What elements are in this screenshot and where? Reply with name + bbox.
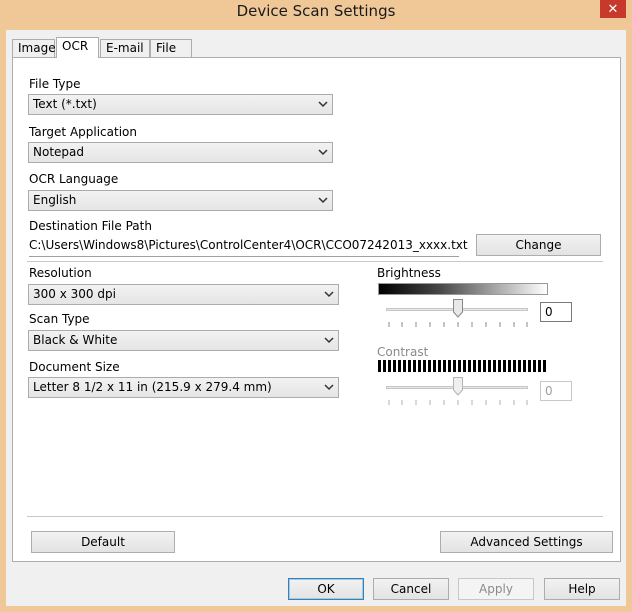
- brightness-ticks: [388, 322, 528, 327]
- chevron-down-icon: [318, 197, 328, 204]
- chevron-down-icon: [324, 291, 334, 298]
- contrast-pattern: [378, 360, 548, 372]
- ocr-tab-panel: File Type Text (*.txt) Target Applicatio…: [12, 57, 621, 562]
- change-button[interactable]: Change: [476, 234, 601, 256]
- contrast-label: Contrast: [377, 345, 429, 359]
- target-application-select[interactable]: Notepad: [28, 142, 333, 163]
- resolution-label: Resolution: [29, 266, 92, 280]
- file-type-select[interactable]: Text (*.txt): [28, 94, 333, 115]
- destination-path-label: Destination File Path: [29, 219, 152, 233]
- contrast-value-field: 0: [540, 381, 572, 401]
- chevron-down-icon: [324, 337, 334, 344]
- document-size-value: Letter 8 1/2 x 11 in (215.9 x 279.4 mm): [33, 380, 272, 394]
- bottom-divider: [27, 516, 603, 517]
- brightness-gradient: [378, 283, 548, 295]
- target-application-label: Target Application: [29, 125, 137, 139]
- file-type-label: File Type: [29, 77, 81, 91]
- destination-path-field[interactable]: C:\Users\Windows8\Pictures\ControlCenter…: [29, 236, 468, 257]
- brightness-label: Brightness: [377, 266, 441, 280]
- scan-type-select[interactable]: Black & White: [28, 330, 339, 351]
- scan-type-value: Black & White: [33, 333, 118, 347]
- cancel-button[interactable]: Cancel: [373, 578, 449, 600]
- target-application-value: Notepad: [33, 145, 84, 159]
- brightness-slider-thumb[interactable]: [453, 299, 463, 318]
- window-title: Device Scan Settings: [236, 2, 396, 20]
- title-bar[interactable]: Device Scan Settings ✕: [0, 0, 632, 24]
- contrast-slider-thumb[interactable]: [453, 377, 463, 396]
- dialog-window: Device Scan Settings ✕ Image OCR E-mail …: [0, 0, 632, 612]
- document-size-label: Document Size: [29, 360, 120, 374]
- ok-button[interactable]: OK: [288, 578, 364, 600]
- ocr-language-value: English: [33, 193, 77, 207]
- advanced-settings-button[interactable]: Advanced Settings: [440, 531, 613, 553]
- tab-ocr[interactable]: OCR: [56, 37, 99, 58]
- close-button[interactable]: ✕: [600, 0, 626, 18]
- section-divider: [27, 261, 603, 262]
- scan-type-label: Scan Type: [29, 312, 90, 326]
- document-size-select[interactable]: Letter 8 1/2 x 11 in (215.9 x 279.4 mm): [28, 377, 339, 398]
- contrast-ticks: [388, 400, 528, 405]
- help-button[interactable]: Help: [544, 578, 620, 600]
- chevron-down-icon: [324, 384, 334, 391]
- tab-email[interactable]: E-mail: [100, 39, 150, 57]
- chevron-down-icon: [318, 149, 328, 156]
- chevron-down-icon: [318, 101, 328, 108]
- brightness-value-field[interactable]: 0: [540, 302, 572, 322]
- ocr-language-label: OCR Language: [29, 172, 119, 186]
- ocr-language-select[interactable]: English: [28, 190, 333, 211]
- tab-file[interactable]: File: [150, 39, 192, 57]
- resolution-value: 300 x 300 dpi: [33, 287, 116, 301]
- default-button[interactable]: Default: [31, 531, 175, 553]
- apply-button: Apply: [458, 578, 534, 600]
- dialog-client-area: Image OCR E-mail File File Type Text (*.…: [6, 30, 626, 606]
- close-icon: ✕: [607, 1, 619, 17]
- file-type-value: Text (*.txt): [33, 97, 97, 111]
- resolution-select[interactable]: 300 x 300 dpi: [28, 284, 339, 305]
- tab-image[interactable]: Image: [12, 39, 56, 57]
